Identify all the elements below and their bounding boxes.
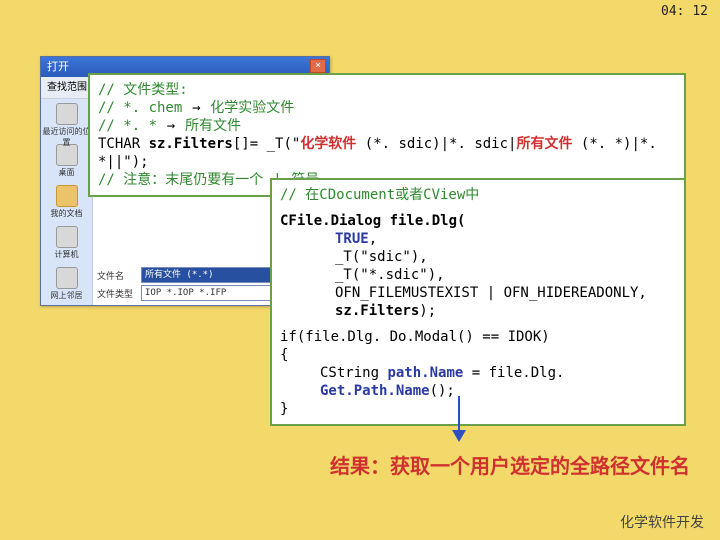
footer-text: 化学软件开发 <box>620 512 704 532</box>
sidebar-item[interactable]: 网上邻居 <box>41 263 92 304</box>
sidebar-item[interactable]: 最近访问的位置 <box>41 99 92 140</box>
code-box-dialog: // 在CDocument或者CView中 CFile.Dialog file.… <box>270 178 686 426</box>
sidebar-item[interactable]: 计算机 <box>41 222 92 263</box>
result-text: 结果：获取一个用户选定的全路径文件名 <box>330 450 690 479</box>
sidebar-item[interactable]: 我的文档 <box>41 181 92 222</box>
comment: // 文件类型: <box>98 82 188 98</box>
arrow-down-icon <box>458 396 460 432</box>
places-sidebar: 最近访问的位置 桌面 我的文档 计算机 网上邻居 <box>41 99 93 305</box>
var-szfilters: sz.Filters <box>149 136 233 152</box>
comment: // 在CDocument或者CView中 <box>280 186 676 204</box>
timestamp: 04: 12 <box>661 4 708 19</box>
filetype-label: 文件类型 <box>97 287 137 300</box>
arrow-head-icon <box>452 430 466 442</box>
dialog-title: 打开 <box>47 60 69 73</box>
close-icon[interactable]: × <box>310 59 326 73</box>
filename-label: 文件名 <box>97 269 137 282</box>
